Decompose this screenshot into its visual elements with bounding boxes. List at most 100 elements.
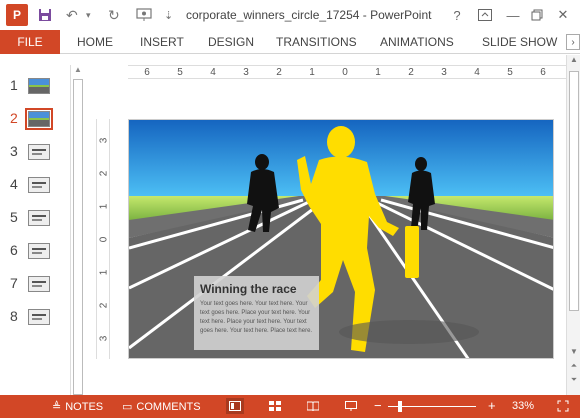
undo-icon[interactable]: ↶ xyxy=(66,5,78,25)
slide-number: 8 xyxy=(10,308,18,324)
ruler-tick: 4 xyxy=(210,67,216,78)
editor-vertical-scrollbar[interactable]: ▲ ▼ ⏶ ⏷ xyxy=(566,55,580,395)
ruler-tick: 4 xyxy=(474,67,480,78)
ruler-tick: 2 xyxy=(98,170,110,177)
workspace: 1 2 3 4 5 6 7 8 ▲ 6 5 4 3 2 1 0 1 2 3 4 … xyxy=(0,55,580,395)
scrollbar-thumb[interactable] xyxy=(569,71,579,311)
scrollbar-thumb[interactable] xyxy=(73,79,83,395)
scroll-down-icon[interactable]: ▼ xyxy=(569,347,579,359)
slide-thumbnail-image xyxy=(28,276,50,292)
slide-thumbnail-image xyxy=(28,210,50,226)
restore-icon[interactable] xyxy=(526,4,548,26)
slide-thumbnail-8[interactable]: 8 xyxy=(0,306,70,328)
previous-slide-icon[interactable]: ⏶ xyxy=(569,361,579,373)
zoom-in-icon[interactable]: + xyxy=(488,398,496,413)
ruler-tick: 0 xyxy=(98,236,110,243)
ruler-tick: 1 xyxy=(309,67,315,78)
tab-slide-show[interactable]: SLIDE SHOW xyxy=(482,35,557,49)
slide-number: 5 xyxy=(10,209,18,225)
comments-label: COMMENTS xyxy=(136,400,201,413)
minimize-icon[interactable]: — xyxy=(502,4,524,26)
powerpoint-app-icon: P xyxy=(6,4,28,26)
ruler-tick: 6 xyxy=(540,67,546,78)
present-from-start-icon[interactable] xyxy=(136,5,152,25)
close-icon[interactable]: ✕ xyxy=(552,4,574,26)
slide-thumbnail-image xyxy=(28,177,50,193)
slide-thumbnail-pane: 1 2 3 4 5 6 7 8 xyxy=(0,55,70,395)
zoom-out-icon[interactable]: − xyxy=(374,398,382,413)
normal-view-icon[interactable] xyxy=(226,398,244,414)
thumbnail-scrollbar[interactable]: ▲ xyxy=(70,65,84,395)
customize-toolbar-icon[interactable]: ⇣ xyxy=(164,5,173,25)
tab-design[interactable]: DESIGN xyxy=(208,35,254,49)
slide-text-title[interactable]: Winning the race xyxy=(200,282,313,296)
slide-number: 1 xyxy=(10,77,18,93)
ruler-tick: 0 xyxy=(342,67,348,78)
slide-number: 6 xyxy=(10,242,18,258)
vertical-ruler: 3 2 1 0 1 2 3 xyxy=(96,119,110,359)
tab-file[interactable]: FILE xyxy=(0,30,60,54)
slide-canvas[interactable]: Winning the race Your text goes here. Yo… xyxy=(128,119,554,359)
scroll-up-icon[interactable]: ▲ xyxy=(570,55,578,64)
document-title: corporate_winners_circle_17254 - PowerPo… xyxy=(186,8,432,22)
slide-number: 2 xyxy=(10,110,18,126)
undo-dropdown-icon[interactable]: ▾ xyxy=(86,5,91,25)
slide-number: 7 xyxy=(10,275,18,291)
slide-show-icon[interactable] xyxy=(342,398,360,414)
horizontal-ruler: 6 5 4 3 2 1 0 1 2 3 4 5 6 xyxy=(128,65,568,79)
slide-sorter-icon[interactable] xyxy=(266,398,284,414)
slide-thumbnail-image xyxy=(25,108,53,130)
next-slide-icon[interactable]: ⏷ xyxy=(569,375,579,387)
slide-thumbnail-3[interactable]: 3 xyxy=(0,141,70,163)
ribbon-display-options-icon[interactable] xyxy=(474,4,496,26)
comments-button[interactable]: ▭ COMMENTS xyxy=(122,400,201,414)
ruler-tick: 1 xyxy=(375,67,381,78)
ruler-tick: 3 xyxy=(98,137,110,144)
slide-thumbnail-2[interactable]: 2 xyxy=(0,108,70,130)
slide-editor: 6 5 4 3 2 1 0 1 2 3 4 5 6 3 2 1 0 1 2 3 xyxy=(86,55,568,395)
ruler-tick: 6 xyxy=(144,67,150,78)
slide-thumbnail-1[interactable]: 1 xyxy=(0,75,70,97)
ribbon-scroll-right-icon[interactable]: › xyxy=(566,34,580,50)
slide-number: 4 xyxy=(10,176,18,192)
slide-text-body[interactable]: Your text goes here. Your text here. You… xyxy=(200,300,313,336)
ruler-tick: 2 xyxy=(408,67,414,78)
redo-icon[interactable]: ↻ xyxy=(108,5,120,25)
tab-home[interactable]: HOME xyxy=(77,35,113,49)
ribbon-tabs: FILE HOME INSERT DESIGN TRANSITIONS ANIM… xyxy=(0,30,580,54)
ruler-tick: 2 xyxy=(276,67,282,78)
notes-label: NOTES xyxy=(65,400,104,413)
slide-thumbnail-image xyxy=(28,243,50,259)
ruler-tick: 3 xyxy=(98,335,110,342)
notes-button[interactable]: ≜ NOTES xyxy=(52,400,104,414)
help-button[interactable]: ? xyxy=(446,4,468,26)
ruler-tick: 2 xyxy=(98,302,110,309)
slide-thumbnail-7[interactable]: 7 xyxy=(0,273,70,295)
fit-slide-icon[interactable] xyxy=(554,398,572,414)
status-bar: ≜ NOTES ▭ COMMENTS − + 33% xyxy=(0,395,580,418)
zoom-level[interactable]: 33% xyxy=(512,400,534,412)
ruler-tick: 5 xyxy=(507,67,513,78)
comment-icon: ▭ xyxy=(122,401,133,413)
ruler-tick: 3 xyxy=(441,67,447,78)
ruler-tick: 3 xyxy=(243,67,249,78)
tab-transitions[interactable]: TRANSITIONS xyxy=(276,35,357,49)
slide-thumbnail-6[interactable]: 6 xyxy=(0,240,70,262)
ruler-tick: 1 xyxy=(98,203,110,210)
slide-number: 3 xyxy=(10,143,18,159)
ruler-tick: 5 xyxy=(177,67,183,78)
slide-thumbnail-image xyxy=(28,144,50,160)
zoom-slider-thumb[interactable] xyxy=(398,401,402,412)
race-track-illustration xyxy=(129,120,553,358)
notes-icon: ≜ xyxy=(52,401,62,413)
slide-thumbnail-5[interactable]: 5 xyxy=(0,207,70,229)
reading-view-icon[interactable] xyxy=(304,398,322,414)
tab-animations[interactable]: ANIMATIONS xyxy=(380,35,454,49)
slide-thumbnail-image xyxy=(28,78,50,94)
tab-insert[interactable]: INSERT xyxy=(140,35,184,49)
save-icon[interactable] xyxy=(38,5,52,25)
slide-thumbnail-4[interactable]: 4 xyxy=(0,174,70,196)
slide-thumbnail-image xyxy=(28,309,50,325)
slide-text-placeholder[interactable]: Winning the race Your text goes here. Yo… xyxy=(194,276,319,350)
scroll-up-icon[interactable]: ▲ xyxy=(74,65,82,74)
